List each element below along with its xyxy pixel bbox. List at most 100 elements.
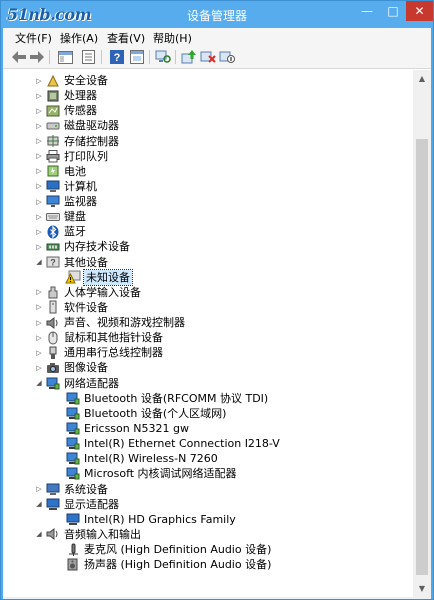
tree-item[interactable]: ▷ 磁盘驱动器 bbox=[33, 118, 119, 133]
update-driver-icon[interactable] bbox=[181, 49, 197, 65]
software-device-icon bbox=[45, 300, 61, 314]
tree-item[interactable]: Intel(R) HD Graphics Family bbox=[53, 512, 236, 527]
show-hide-icon[interactable] bbox=[57, 49, 73, 65]
tree-item[interactable]: ▷ 处理器 bbox=[33, 88, 97, 103]
expand-arrow-icon[interactable]: ▷ bbox=[33, 165, 45, 177]
menu-view[interactable]: 查看(V) bbox=[107, 30, 145, 46]
network-adapter-icon bbox=[65, 421, 81, 435]
menu-help[interactable]: 帮助(H) bbox=[153, 30, 192, 46]
expand-arrow-icon[interactable]: ▷ bbox=[33, 120, 45, 132]
scan-hardware-icon[interactable] bbox=[155, 49, 171, 65]
warning-icon bbox=[65, 270, 81, 284]
expand-arrow-icon[interactable]: ▷ bbox=[33, 196, 45, 208]
properties-icon[interactable] bbox=[80, 49, 96, 65]
device-tree[interactable]: ▷ 安全设备 ▷ 处理器 ▷ 传感器 ▷ 磁盘驱动器 ▷ 存储控制器 ▷ 打印队列 ▷ 电池 ▷ 计算机 ▷ 监视… bbox=[3, 70, 413, 597]
expand-arrow-icon[interactable]: ▷ bbox=[33, 105, 45, 117]
tree-item[interactable]: ▷ 声音、视频和游戏控制器 bbox=[33, 315, 185, 330]
tree-item[interactable]: ▷ 内存技术设备 bbox=[33, 239, 130, 254]
tree-item[interactable]: ◢ 网络适配器 bbox=[33, 376, 119, 391]
tree-item-label: 麦克风 (High Definition Audio 设备) bbox=[84, 543, 272, 557]
tree-item[interactable]: Bluetooth 设备(个人区域网) bbox=[53, 406, 226, 421]
tree-item[interactable]: ▷ 传感器 bbox=[33, 103, 97, 118]
minimize-button[interactable]: — bbox=[354, 1, 380, 21]
expand-arrow-icon[interactable]: ▷ bbox=[33, 483, 45, 495]
collapse-arrow-icon[interactable]: ◢ bbox=[33, 377, 45, 389]
title-bar[interactable]: 51nb.com 设备管理器 — □ ✕ bbox=[1, 1, 433, 28]
collapse-arrow-icon[interactable]: ◢ bbox=[33, 498, 45, 510]
tree-item-label: 音频输入和输出 bbox=[64, 527, 141, 541]
collapse-arrow-icon[interactable]: ◢ bbox=[33, 528, 45, 540]
view-icon[interactable] bbox=[129, 49, 145, 65]
tree-item[interactable]: ▷ 鼠标和其他指针设备 bbox=[33, 330, 163, 345]
tree-item[interactable]: ▷ 计算机 bbox=[33, 179, 97, 194]
hid-icon bbox=[45, 285, 61, 299]
tree-item[interactable]: Ericsson N5321 gw bbox=[53, 421, 189, 436]
close-button[interactable]: ✕ bbox=[406, 1, 433, 21]
tree-item[interactable]: 麦克风 (High Definition Audio 设备) bbox=[53, 542, 271, 557]
network-adapter-icon bbox=[65, 437, 81, 451]
expand-arrow-icon[interactable]: ▷ bbox=[33, 180, 45, 192]
forward-arrow-icon[interactable] bbox=[29, 49, 45, 65]
other-devices-icon: ? bbox=[45, 255, 61, 269]
scroll-up-icon[interactable]: ▲ bbox=[413, 70, 431, 87]
tree-item[interactable]: ▷ 键盘 bbox=[33, 209, 86, 224]
tree-item-label: 计算机 bbox=[64, 179, 97, 193]
expand-arrow-icon[interactable]: ▷ bbox=[33, 135, 45, 147]
expand-arrow-icon[interactable]: ▷ bbox=[33, 347, 45, 359]
scroll-down-icon[interactable]: ▼ bbox=[413, 580, 431, 597]
tree-item[interactable]: ▷ 打印队列 bbox=[33, 149, 108, 164]
tree-item[interactable]: Intel(R) Ethernet Connection I218-V bbox=[53, 436, 280, 451]
printer-icon bbox=[45, 149, 61, 163]
vertical-scrollbar[interactable]: ▲ ▼ bbox=[413, 70, 431, 597]
tree-item[interactable]: ▷ 存储控制器 bbox=[33, 134, 119, 149]
expand-arrow-icon[interactable]: ▷ bbox=[33, 301, 45, 313]
tree-item[interactable]: ▷ 安全设备 bbox=[33, 73, 108, 88]
expand-arrow-icon[interactable]: ▷ bbox=[33, 226, 45, 238]
expand-arrow-icon[interactable]: ▷ bbox=[33, 75, 45, 87]
tree-item[interactable]: ▷ 通用串行总线控制器 bbox=[33, 345, 163, 360]
tree-item[interactable]: ◢ 音频输入和输出 bbox=[33, 527, 141, 542]
tree-item[interactable]: ▷ 电池 bbox=[33, 164, 86, 179]
tree-item-label: Intel(R) Wireless-N 7260 bbox=[84, 452, 218, 466]
disable-icon[interactable] bbox=[219, 49, 235, 65]
tree-item[interactable]: Intel(R) Wireless-N 7260 bbox=[53, 451, 218, 466]
tree-item[interactable]: Microsoft 内核调试网络适配器 bbox=[53, 466, 237, 481]
tree-item[interactable]: ▷ 人体学输入设备 bbox=[33, 285, 141, 300]
expand-arrow-icon[interactable]: ▷ bbox=[33, 211, 45, 223]
expand-arrow-icon[interactable]: ▷ bbox=[33, 332, 45, 344]
tree-item-label: Intel(R) HD Graphics Family bbox=[84, 512, 236, 526]
expand-arrow-icon[interactable]: ▷ bbox=[33, 150, 45, 162]
tree-item-label: 电池 bbox=[64, 164, 86, 178]
expand-arrow-icon[interactable]: ▷ bbox=[33, 241, 45, 253]
device-manager-window: 51nb.com 设备管理器 — □ ✕ 文件(F) 操作(A) 查看(V) 帮… bbox=[0, 0, 434, 600]
collapse-arrow-icon[interactable]: ◢ bbox=[33, 256, 45, 268]
tree-item[interactable]: 扬声器 (High Definition Audio 设备) bbox=[53, 557, 271, 572]
tree-item[interactable]: ▷ 蓝牙 bbox=[33, 224, 86, 239]
tree-item[interactable]: ▷ 图像设备 bbox=[33, 360, 108, 375]
tree-item[interactable]: Bluetooth 设备(RFCOMM 协议 TDI) bbox=[53, 391, 268, 406]
menu-action[interactable]: 操作(A) bbox=[60, 30, 98, 46]
tree-item-label: 系统设备 bbox=[64, 482, 108, 496]
expand-arrow-icon[interactable]: ▷ bbox=[33, 317, 45, 329]
uninstall-icon[interactable] bbox=[200, 49, 216, 65]
maximize-button[interactable]: □ bbox=[380, 1, 406, 21]
tree-item-label: Bluetooth 设备(个人区域网) bbox=[84, 406, 227, 420]
expand-arrow-icon[interactable]: ▷ bbox=[33, 362, 45, 374]
back-arrow-icon[interactable] bbox=[11, 49, 27, 65]
scroll-thumb[interactable] bbox=[416, 139, 428, 575]
tree-item[interactable]: ▷ 软件设备 bbox=[33, 300, 108, 315]
tree-item-label: 磁盘驱动器 bbox=[64, 119, 119, 133]
toolbar-separator bbox=[149, 50, 150, 64]
tree-item[interactable]: 未知设备 bbox=[53, 268, 133, 286]
tree-item[interactable]: ▷ 系统设备 bbox=[33, 482, 108, 497]
tree-item-label: 人体学输入设备 bbox=[64, 285, 141, 299]
tree-item[interactable]: ◢ 显示适配器 bbox=[33, 497, 119, 512]
menu-file[interactable]: 文件(F) bbox=[15, 30, 52, 46]
help-icon[interactable]: ? bbox=[109, 49, 125, 65]
expand-arrow-icon[interactable]: ▷ bbox=[33, 286, 45, 298]
expand-arrow-icon[interactable]: ▷ bbox=[33, 90, 45, 102]
tree-item[interactable]: ▷ 监视器 bbox=[33, 194, 97, 209]
tree-item[interactable]: ◢? 其他设备 bbox=[33, 255, 108, 270]
